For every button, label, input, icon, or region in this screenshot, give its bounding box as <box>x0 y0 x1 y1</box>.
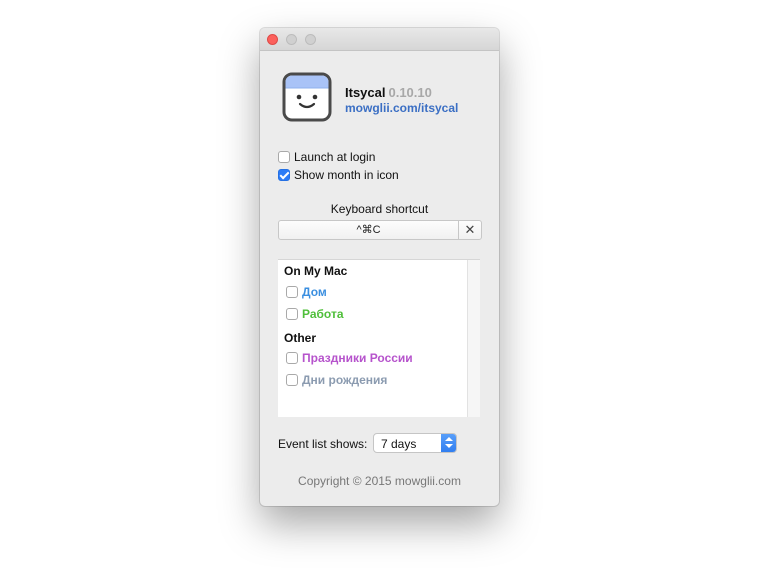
launch-at-login-checkbox[interactable] <box>278 151 290 163</box>
launch-at-login-option[interactable]: Launch at login <box>278 150 375 164</box>
calendar-list-scrollbar[interactable] <box>467 260 480 417</box>
calendar-checkbox[interactable] <box>286 286 298 298</box>
keyboard-shortcut-field[interactable]: ^⌘C <box>278 220 459 240</box>
minimize-button[interactable] <box>286 34 297 45</box>
keyboard-shortcut-label: Keyboard shortcut <box>330 202 429 216</box>
calendar-checkbox[interactable] <box>286 374 298 386</box>
clear-shortcut-button[interactable]: ✕ <box>458 220 482 240</box>
title-bar[interactable] <box>260 28 499 51</box>
calendar-checkbox[interactable] <box>286 308 298 320</box>
website-link[interactable]: mowglii.com/itsycal <box>345 101 458 115</box>
calendar-item[interactable]: Дни рождения <box>286 373 387 387</box>
app-name: Itsycal <box>345 85 386 100</box>
calendar-label: Дом <box>302 285 327 299</box>
show-month-option[interactable]: Show month in icon <box>278 168 399 182</box>
group-title-on-my-mac: On My Mac <box>284 264 348 278</box>
launch-at-login-label: Launch at login <box>294 150 376 164</box>
calendar-checkbox[interactable] <box>286 352 298 364</box>
calendar-label: Праздники России <box>302 351 413 365</box>
calendar-item[interactable]: Работа <box>286 307 344 321</box>
calendar-item[interactable]: Дом <box>286 285 327 299</box>
calendar-label: Работа <box>302 307 344 321</box>
close-button[interactable] <box>267 34 278 45</box>
app-version: 0.10.10 <box>388 85 432 100</box>
calendar-list[interactable]: On My Mac Дом Работа Other Праздники Рос… <box>278 259 480 417</box>
app-title: Itsycal 0.10.10 <box>345 85 432 100</box>
copyright-text: Copyright © 2015 mowglii.com <box>298 474 461 488</box>
zoom-button[interactable] <box>305 34 316 45</box>
show-month-checkbox[interactable] <box>278 169 290 181</box>
event-list-days-select[interactable]: 7 days <box>373 433 457 453</box>
show-month-label: Show month in icon <box>294 168 399 182</box>
calendar-label: Дни рождения <box>302 373 388 387</box>
select-stepper-icon[interactable] <box>441 434 456 452</box>
calendar-item[interactable]: Праздники России <box>286 351 413 365</box>
event-list-days-value: 7 days <box>381 437 417 451</box>
smiley-calendar-icon <box>282 72 332 122</box>
group-title-other: Other <box>284 331 317 345</box>
event-list-label: Event list shows: <box>278 437 368 451</box>
preferences-window: Itsycal 0.10.10 mowglii.com/itsycal Launc… <box>260 28 499 506</box>
